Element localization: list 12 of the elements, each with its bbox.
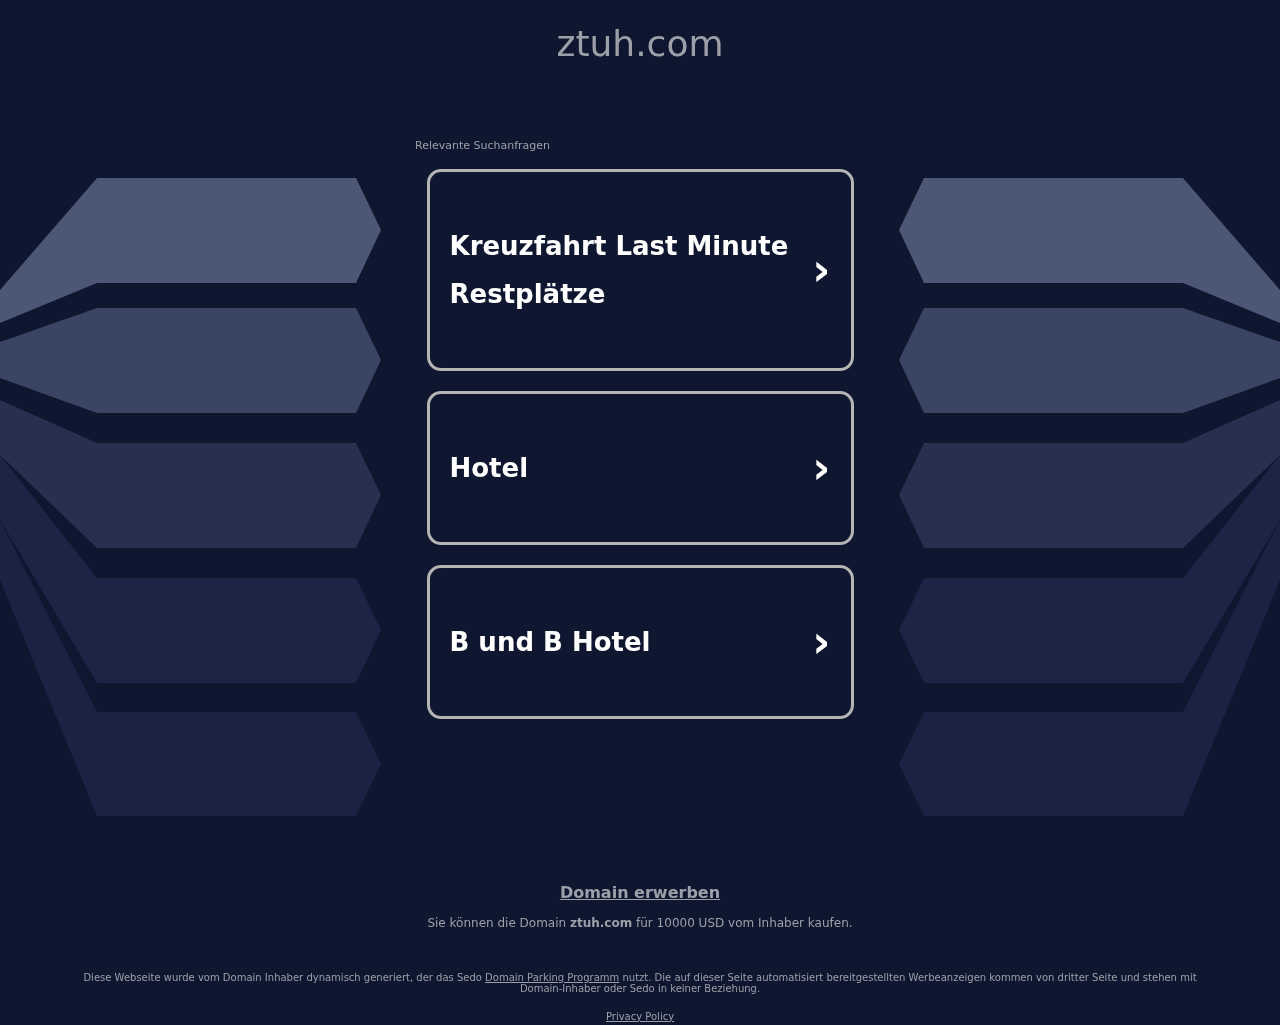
search-link-card[interactable]: Hotel › <box>426 390 854 545</box>
section-label: Relevante Suchanfragen <box>415 138 551 154</box>
disclaimer-text: Diese Webseite wurde vom Domain Inhaber dynamisch generiert, der das Sedo Domain Parking Programm nutzt. Die auf dieser Seite automatisiert bereitgestellten Werbeanzeigen kommen von dritter Seite und stehen mit Domain-Inhaber oder Sedo in keiner Beziehung. <box>82 971 1198 994</box>
chevron-icon: › <box>812 619 831 664</box>
privacy-policy-link[interactable]: Privacy Policy <box>605 1008 675 1024</box>
site-title: ztuh.com <box>556 22 724 66</box>
buy-domain-link[interactable]: Domain erwerben <box>559 880 721 905</box>
price-text: Sie können die Domain ztuh.com für 10000 USD vom Inhaber kaufen. <box>427 914 853 932</box>
chevron-icon: › <box>812 247 831 292</box>
parking-program-link[interactable]: Domain Parking Programm <box>485 971 620 983</box>
search-link-card[interactable]: B und B Hotel › <box>426 564 854 719</box>
chevron-icon: › <box>812 445 831 490</box>
